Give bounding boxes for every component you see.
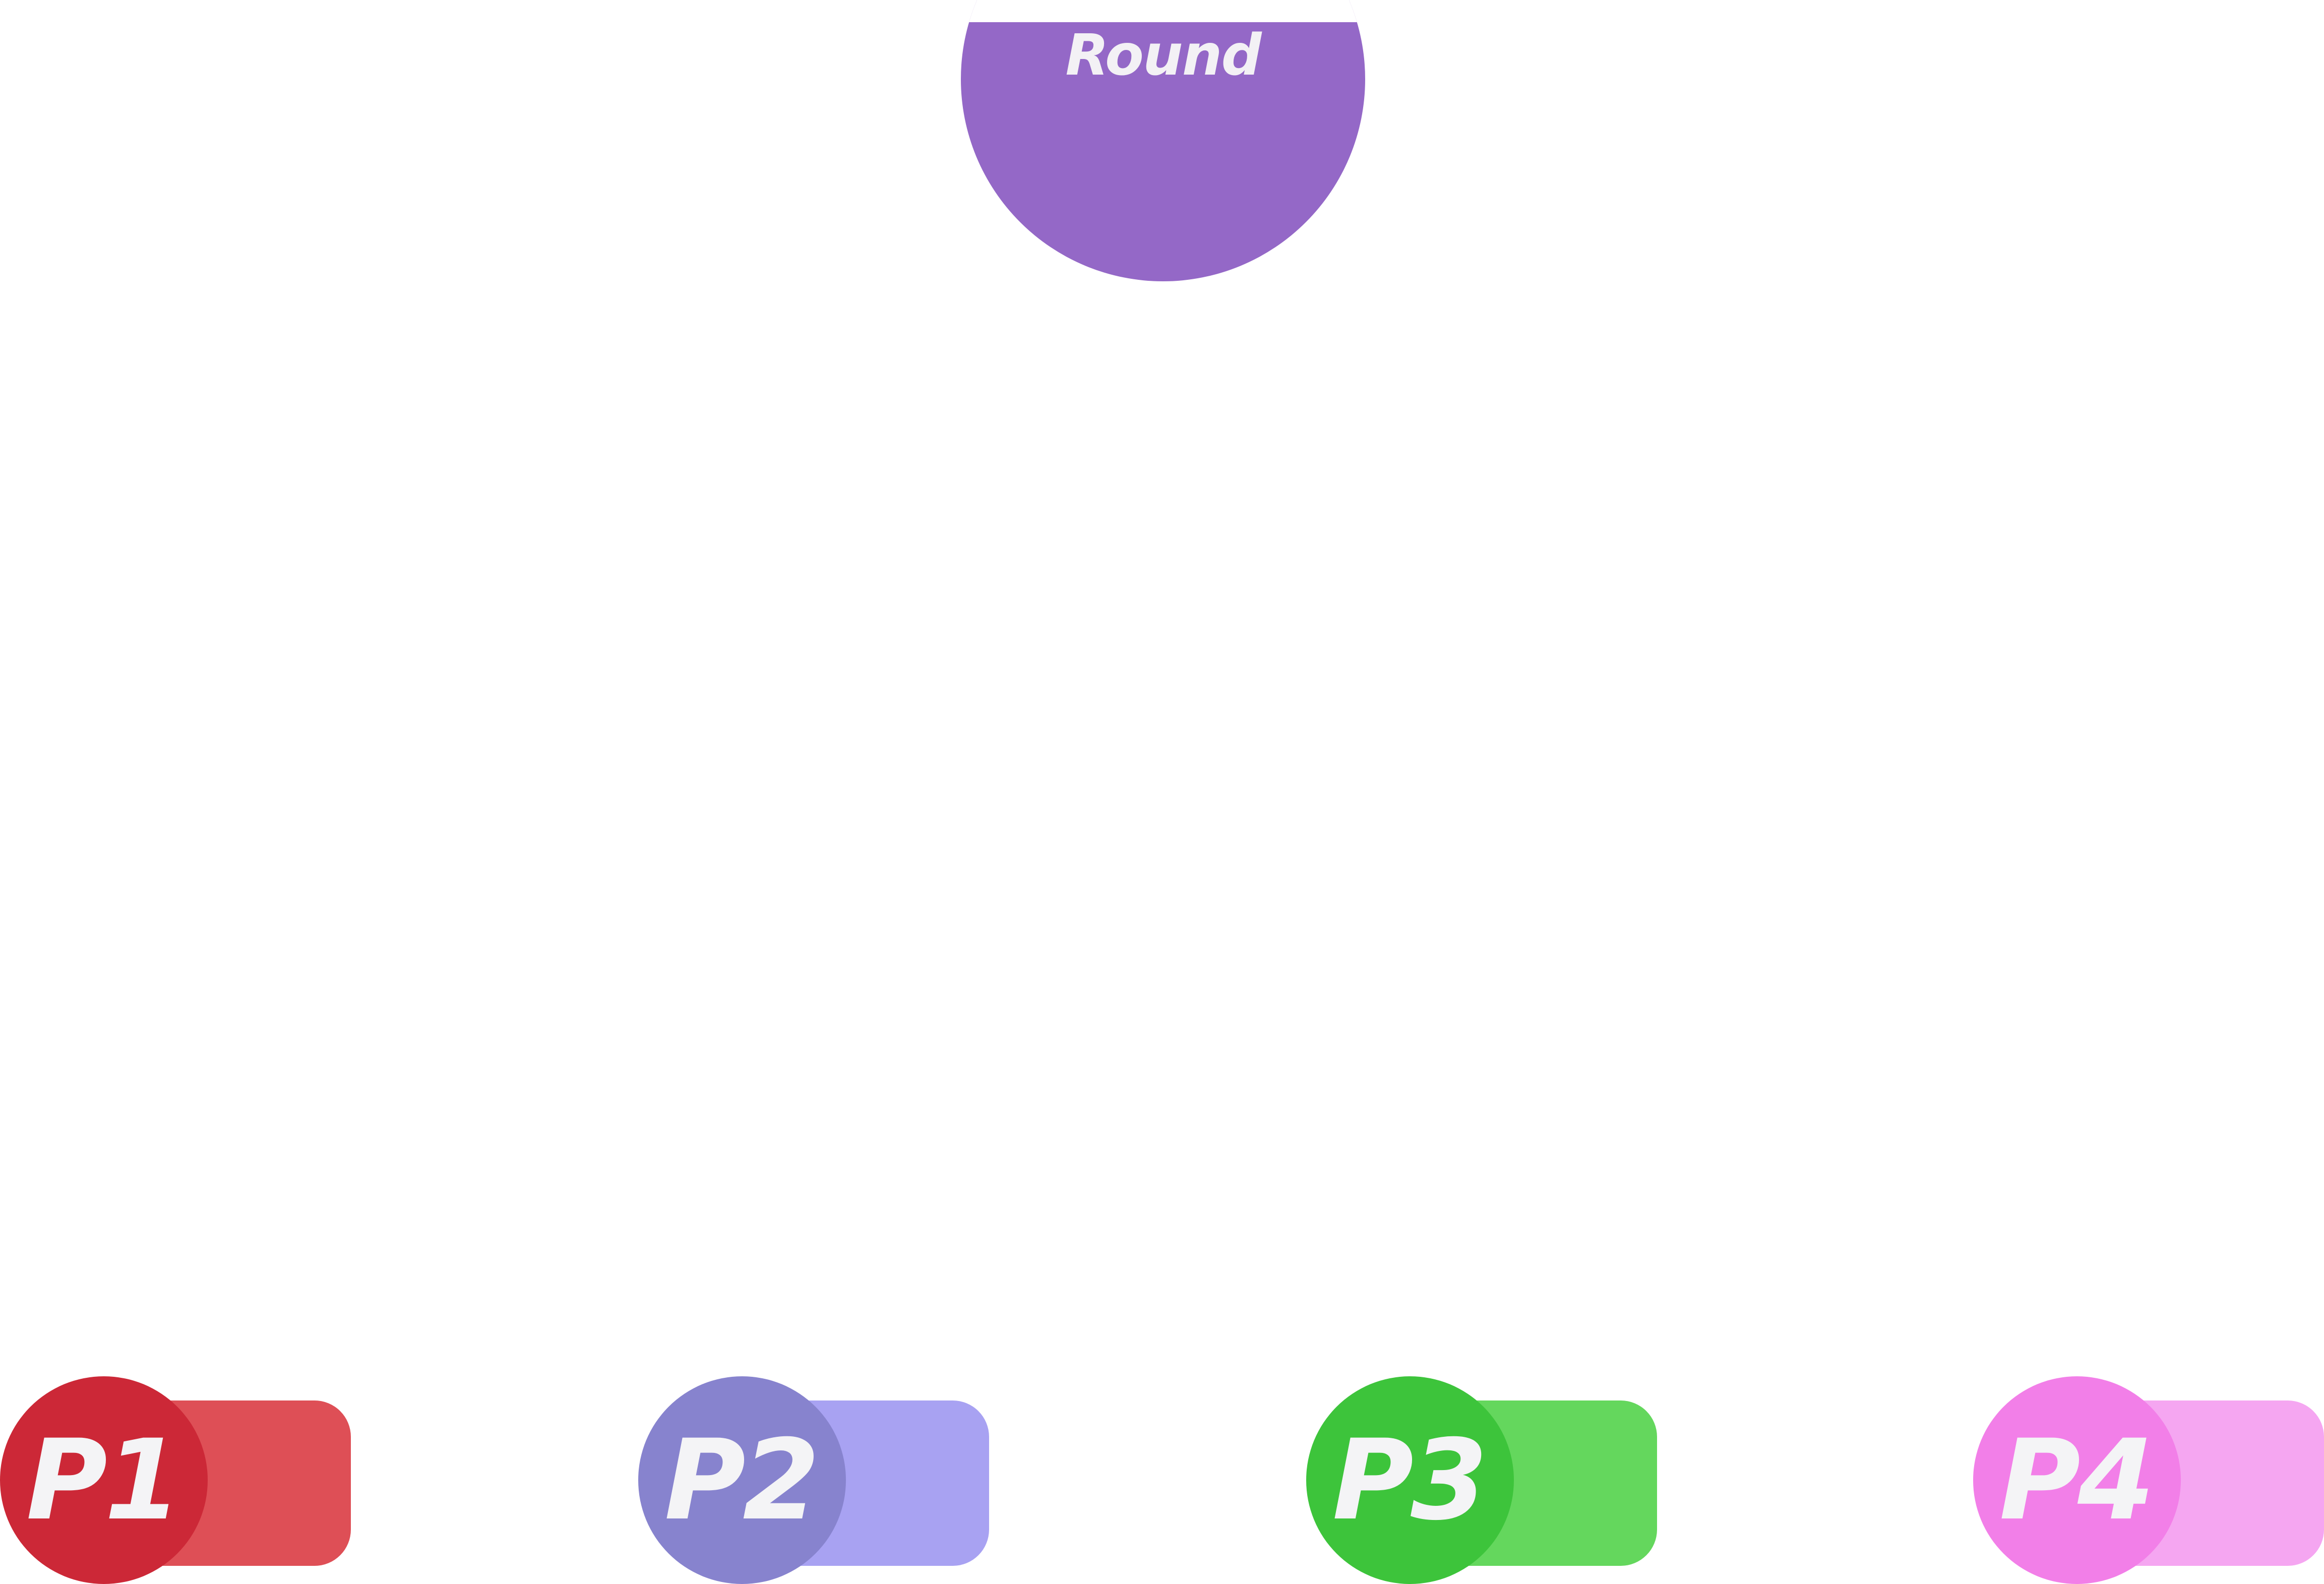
round-label: Round (1065, 23, 1261, 88)
player-p1-token[interactable]: P1 (0, 1376, 208, 1584)
round-badge: Round (961, 0, 1365, 281)
player-p4-token[interactable]: P4 (1973, 1376, 2181, 1584)
player-panel-p3: P3 (1306, 1376, 1657, 1584)
player-panel-p2: P2 (638, 1376, 989, 1584)
player-p2-token[interactable]: P2 (638, 1376, 846, 1584)
round-badge-clip (961, 0, 1365, 22)
player-p3-token[interactable]: P3 (1306, 1376, 1514, 1584)
player-panel-p1: P1 (0, 1376, 351, 1584)
player-panel-p4: P4 (1973, 1376, 2324, 1584)
